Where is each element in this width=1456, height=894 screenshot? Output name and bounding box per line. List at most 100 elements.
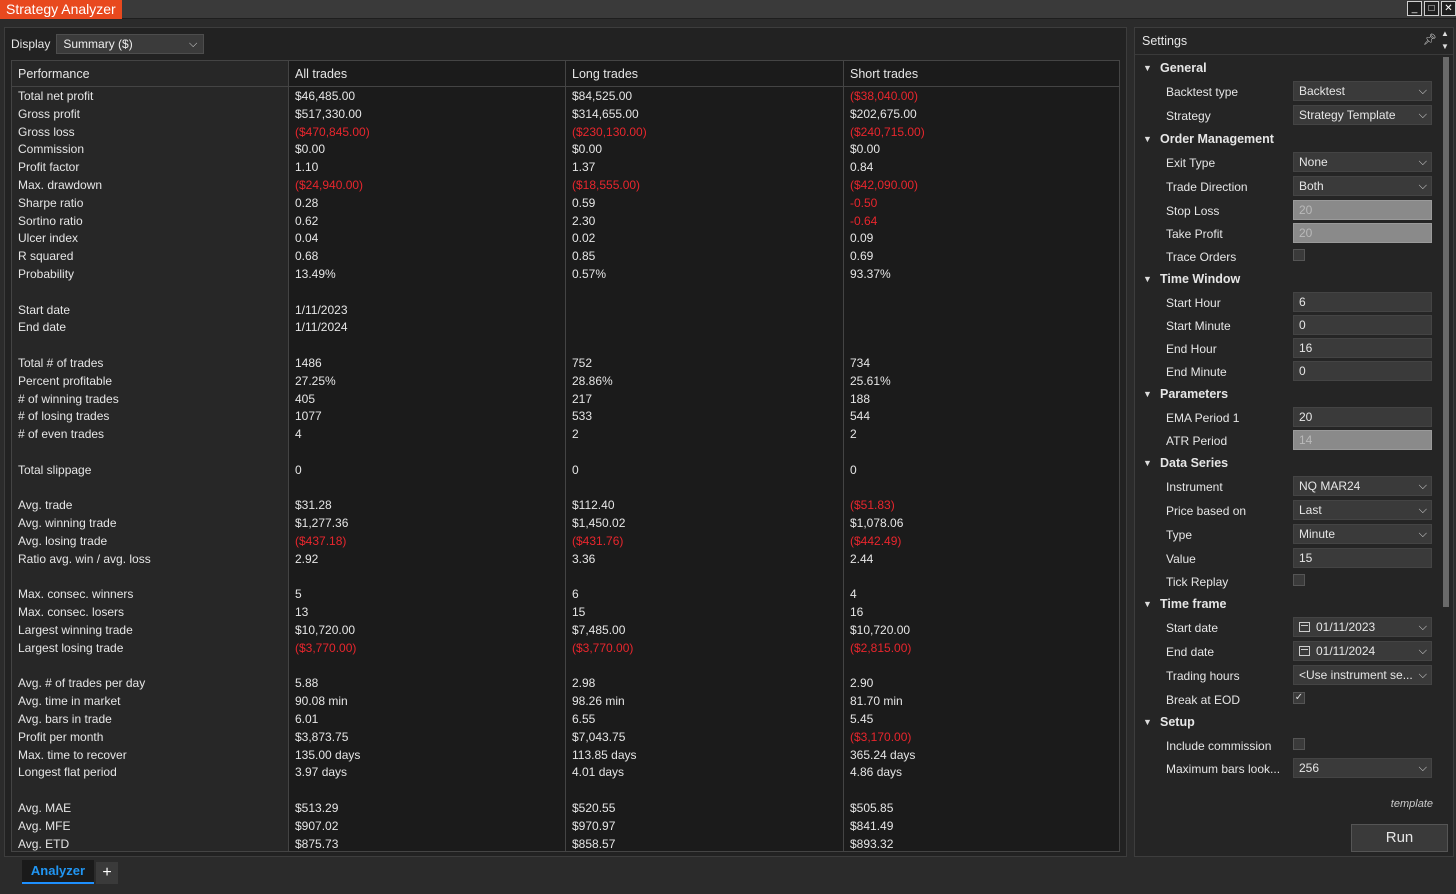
type-dropdown[interactable]: Minute ⌵ (1293, 524, 1432, 544)
table-row: Start date 1/11/2023 (12, 302, 1119, 320)
chevron-down-icon[interactable]: ⌵ (1419, 642, 1427, 660)
chevron-down-icon[interactable]: ⌵ (1419, 666, 1427, 684)
row-value: 217 (572, 391, 593, 406)
minimize-icon[interactable]: _ (1407, 1, 1422, 16)
settings-scrollbar[interactable]: ▲ ▼ (1439, 29, 1451, 791)
caret-down-icon[interactable]: ▼ (1143, 458, 1152, 468)
property-break-at-eod: Break at EOD ✓ (1135, 689, 1437, 712)
row-value: $112.40 (572, 498, 615, 513)
row-value: ($3,770.00) (572, 640, 634, 655)
row-label: Ulcer index (18, 231, 79, 246)
row-value: $970.97 (572, 818, 616, 833)
add-tab-button[interactable]: + (96, 862, 118, 884)
property-end-minute: End Minute 0 (1135, 361, 1437, 384)
row-label: Avg. ETD (18, 836, 70, 851)
pin-icon[interactable]: 📌︎ (1423, 33, 1437, 46)
row-label: Max. time to recover (18, 747, 127, 762)
row-value: $46,485.00 (295, 89, 356, 103)
chevron-down-icon: ⌵ (189, 38, 198, 50)
caret-down-icon[interactable]: ▼ (1143, 63, 1152, 73)
maximize-icon[interactable]: □ (1424, 1, 1439, 16)
price-based-on-dropdown[interactable]: Last ⌵ (1293, 500, 1432, 520)
trading-hours-dropdown[interactable]: <Use instrument se... ⌵ (1293, 665, 1432, 685)
row-value: $0.00 (295, 142, 326, 157)
chevron-down-icon[interactable]: ⌵ (1419, 177, 1427, 195)
chevron-down-icon[interactable]: ⌵ (1419, 501, 1427, 519)
calendar-icon[interactable] (1299, 646, 1310, 656)
caret-down-icon[interactable]: ▼ (1143, 134, 1152, 144)
section-data-series[interactable]: ▼ Data Series (1135, 453, 1437, 475)
close-icon[interactable]: ✕ (1441, 1, 1456, 16)
row-value (566, 337, 572, 355)
tab-analyzer[interactable]: Analyzer (22, 860, 94, 884)
table-row (12, 569, 1119, 587)
run-button[interactable]: Run (1351, 824, 1448, 852)
row-value: $1,078.06 (850, 516, 904, 531)
strategy-dropdown[interactable]: Strategy Template ⌵ (1293, 105, 1432, 125)
chevron-down-icon[interactable]: ⌵ (1419, 477, 1427, 495)
exit-type-dropdown[interactable]: None ⌵ (1293, 152, 1432, 172)
header-all-trades[interactable]: All trades (289, 61, 347, 87)
row-label: Start date (18, 302, 71, 317)
chevron-down-icon[interactable]: ⌵ (1419, 618, 1427, 636)
section-parameters[interactable]: ▼ Parameters (1135, 384, 1437, 406)
scroll-thumb[interactable] (1443, 57, 1449, 607)
calendar-icon[interactable] (1299, 622, 1310, 632)
end-hour-field[interactable]: 16 (1293, 338, 1432, 358)
scroll-up-icon[interactable]: ▲ (1439, 29, 1451, 39)
row-value: ($240,715.00) (850, 124, 925, 139)
row-value: 752 (572, 356, 593, 370)
end-date-dropdown[interactable]: 01/11/2024 ⌵ (1293, 641, 1432, 661)
maximum-bars-look-dropdown[interactable]: 256 ⌵ (1293, 758, 1432, 778)
start-minute-field[interactable]: 0 (1293, 315, 1432, 335)
row-value: $31.28 (295, 498, 332, 513)
table-row: Percent profitable 27.25% 28.86% 25.61% (12, 373, 1119, 391)
backtest-type-dropdown[interactable]: Backtest ⌵ (1293, 81, 1432, 101)
section-general[interactable]: ▼ General (1135, 58, 1437, 80)
start-hour-field[interactable]: 6 (1293, 292, 1432, 312)
instrument-dropdown[interactable]: NQ MAR24 ⌵ (1293, 476, 1432, 496)
row-value: 90.08 min (295, 694, 348, 709)
break-at-eod-checkbox[interactable]: ✓ (1293, 692, 1305, 704)
row-value: $0.00 (572, 142, 603, 157)
start-date-dropdown[interactable]: 01/11/2023 ⌵ (1293, 617, 1432, 637)
trade-direction-dropdown[interactable]: Both ⌵ (1293, 176, 1432, 196)
property-value: 14 (1299, 433, 1313, 447)
table-row: Sortino ratio 0.62 2.30 -0.64 (12, 213, 1119, 231)
table-row: Max. consec. winners 5 6 4 (12, 586, 1119, 604)
section-time-window[interactable]: ▼ Time Window (1135, 269, 1437, 291)
row-label: Avg. winning trade (18, 516, 117, 531)
property-label: Trade Direction (1166, 180, 1248, 194)
header-long-trades[interactable]: Long trades (566, 61, 638, 87)
table-row: Total slippage 0 0 0 (12, 462, 1119, 480)
row-value: $505.85 (850, 801, 894, 815)
chevron-down-icon[interactable]: ⌵ (1419, 153, 1427, 171)
chevron-down-icon[interactable]: ⌵ (1419, 759, 1427, 777)
tick-replay-checkbox[interactable] (1293, 574, 1305, 586)
include-commission-checkbox[interactable] (1293, 738, 1305, 750)
ema-period-1-field[interactable]: 20 (1293, 407, 1432, 427)
caret-down-icon[interactable]: ▼ (1143, 717, 1152, 727)
header-short-trades[interactable]: Short trades (844, 61, 918, 87)
display-select-value: Summary ($) (63, 37, 133, 51)
property-trade-direction: Trade Direction Both ⌵ (1135, 176, 1437, 199)
chevron-down-icon[interactable]: ⌵ (1419, 525, 1427, 543)
header-performance[interactable]: Performance (12, 61, 90, 87)
chevron-down-icon[interactable]: ⌵ (1419, 106, 1427, 124)
section-time-frame[interactable]: ▼ Time frame (1135, 594, 1437, 616)
row-label: Avg. # of trades per day (18, 676, 146, 691)
value-field[interactable]: 15 (1293, 548, 1432, 568)
section-order-management[interactable]: ▼ Order Management (1135, 129, 1437, 151)
caret-down-icon[interactable]: ▼ (1143, 389, 1152, 399)
display-select[interactable]: Summary ($) ⌵ (56, 34, 205, 54)
trace-orders-checkbox[interactable] (1293, 249, 1305, 261)
end-minute-field[interactable]: 0 (1293, 361, 1432, 381)
property-label: Trace Orders (1166, 250, 1237, 264)
property-value: Minute (1299, 527, 1336, 541)
caret-down-icon[interactable]: ▼ (1143, 599, 1152, 609)
section-setup[interactable]: ▼ Setup (1135, 712, 1437, 734)
caret-down-icon[interactable]: ▼ (1143, 274, 1152, 284)
table-row: # of even trades 4 2 2 (12, 426, 1119, 444)
chevron-down-icon[interactable]: ⌵ (1419, 82, 1427, 100)
scroll-down-icon[interactable]: ▼ (1439, 42, 1451, 52)
